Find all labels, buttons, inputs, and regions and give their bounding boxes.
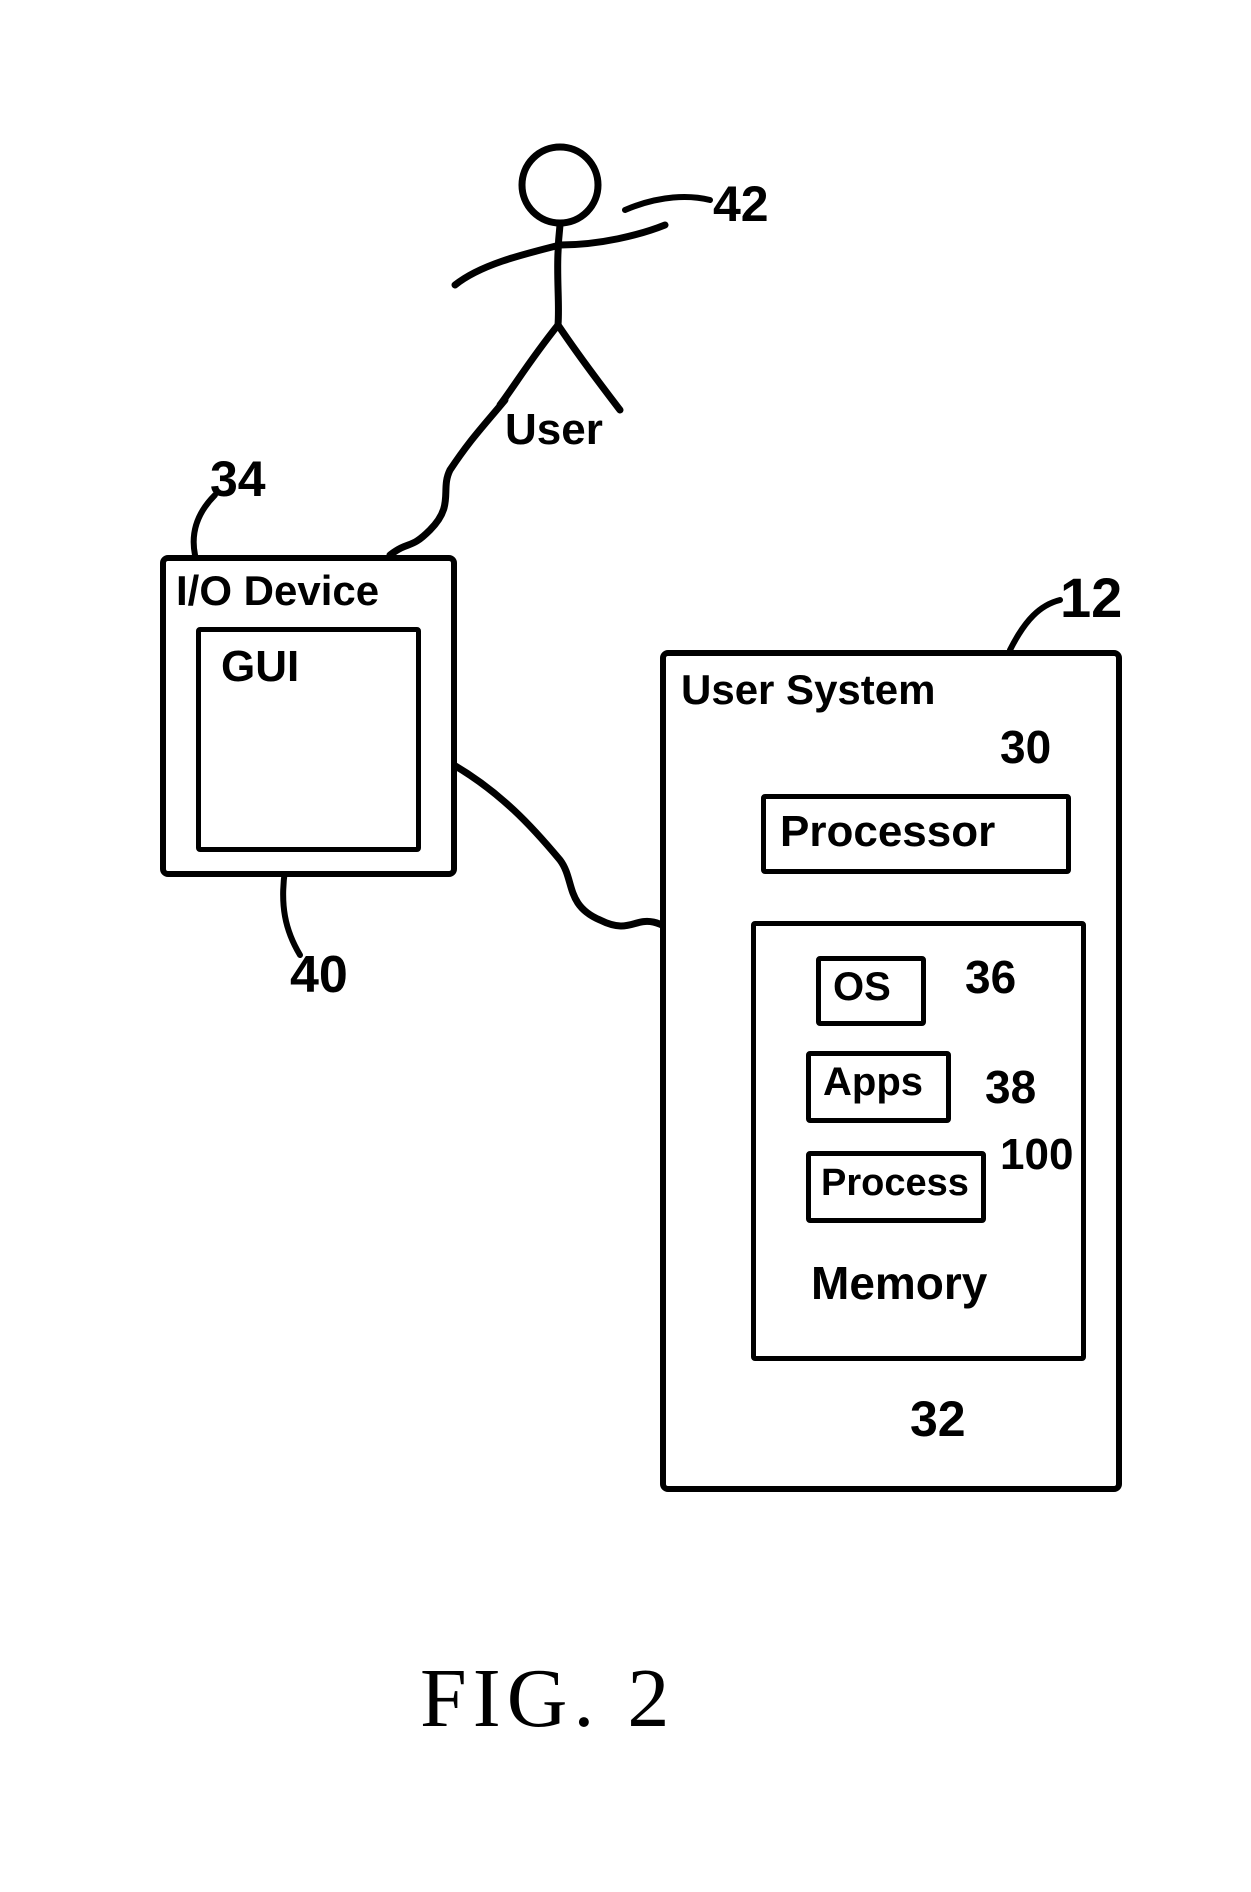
process-box: Process	[806, 1151, 986, 1223]
process-ref: 100	[1000, 1130, 1073, 1180]
user-system-ref: 12	[1060, 565, 1122, 630]
memory-ref: 32	[910, 1390, 966, 1448]
gui-label: GUI	[221, 642, 299, 692]
gui-box: GUI	[196, 627, 421, 852]
io-device-box: I/O Device GUI	[160, 555, 457, 877]
processor-box: Processor	[761, 794, 1071, 874]
figure-title: FIG. 2	[420, 1650, 675, 1747]
process-label: Process	[821, 1162, 969, 1205]
apps-box: Apps	[806, 1051, 951, 1123]
memory-label: Memory	[811, 1256, 987, 1310]
io-device-label: I/O Device	[176, 567, 379, 615]
processor-label: Processor	[780, 807, 995, 857]
apps-ref: 38	[985, 1060, 1036, 1114]
gui-ref: 40	[290, 945, 348, 1005]
os-ref: 36	[965, 950, 1016, 1004]
os-label: OS	[833, 965, 891, 1010]
os-box: OS	[816, 956, 926, 1026]
user-system-label: User System	[681, 666, 935, 714]
user-label: User	[505, 405, 603, 455]
user-stick-figure	[455, 147, 665, 410]
user-system-box: User System Processor OS Apps Process Me…	[660, 650, 1122, 1492]
figure-canvas: User 42 I/O Device GUI 34 40 User System…	[0, 0, 1251, 1892]
user-ref: 42	[713, 175, 769, 233]
processor-ref: 30	[1000, 720, 1051, 774]
apps-label: Apps	[823, 1060, 923, 1105]
io-device-ref: 34	[210, 450, 266, 508]
